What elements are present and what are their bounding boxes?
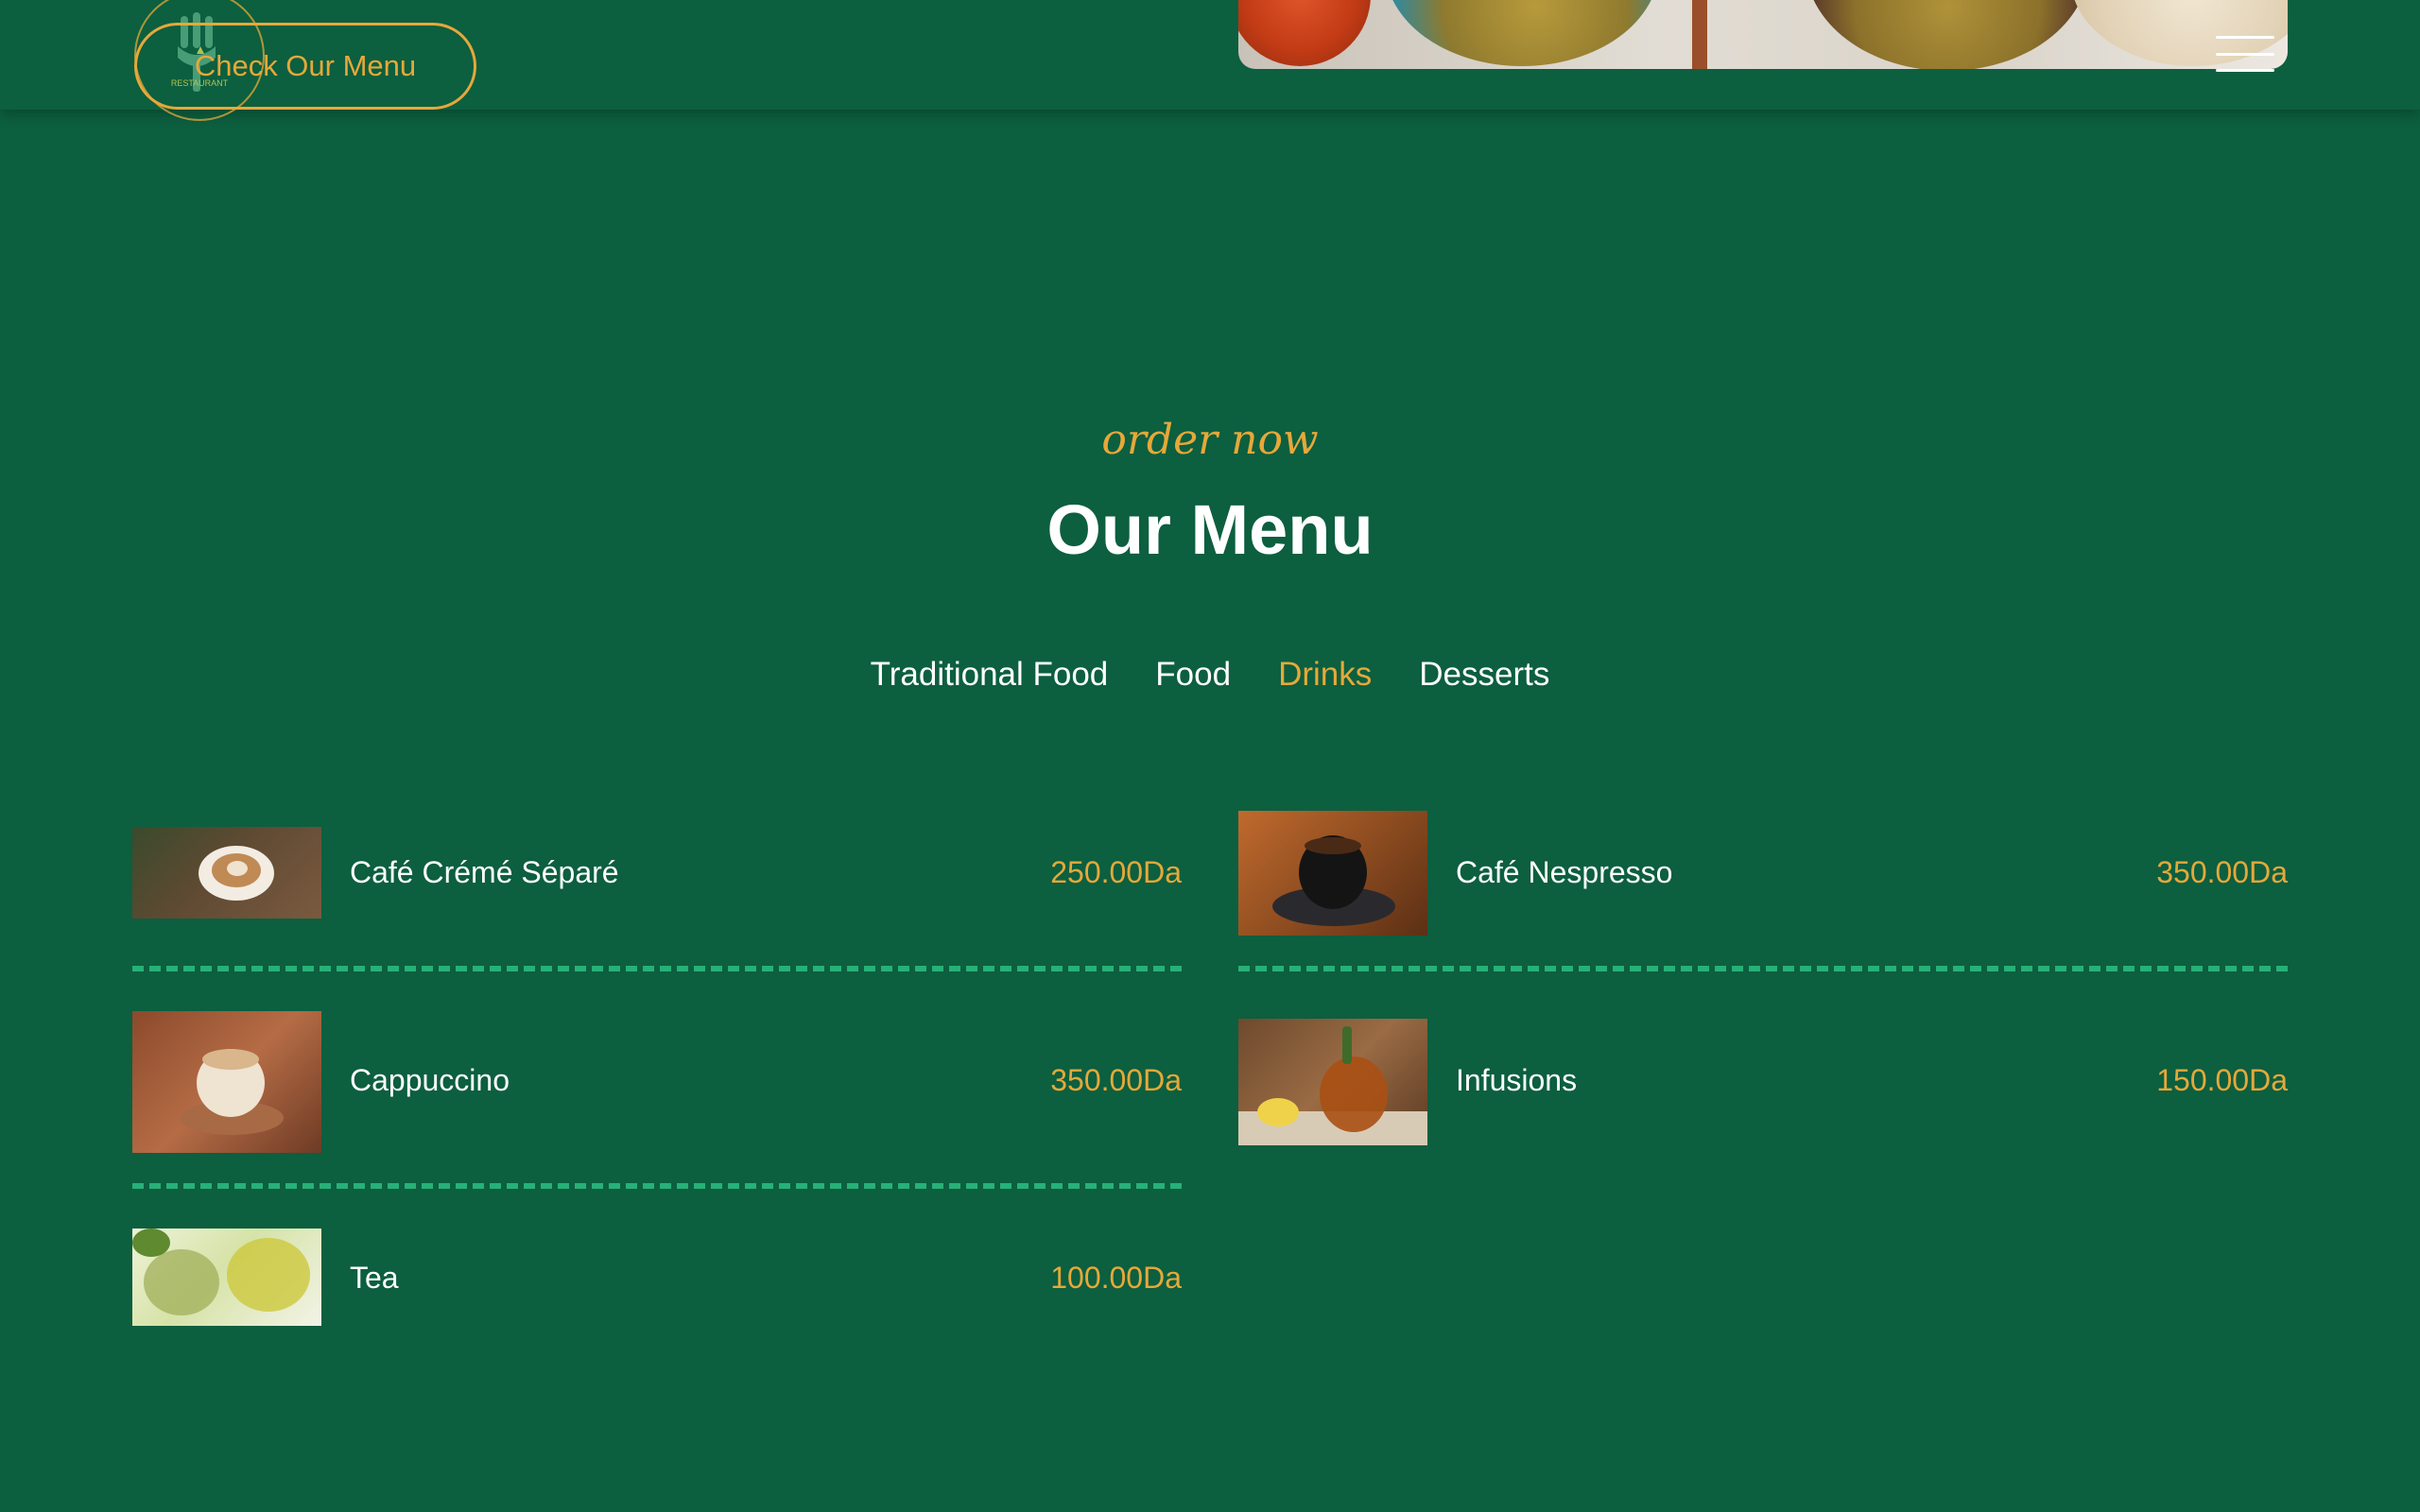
menu-item-infusions[interactable]: Infusions 150.00Da: [1238, 1011, 2288, 1153]
item-separator: [132, 966, 1182, 971]
menu-item-name: Cappuccino: [350, 1063, 510, 1097]
menu-item-name: Infusions: [1456, 1063, 1578, 1097]
menu-item-name: Tea: [350, 1261, 399, 1295]
cafe-creme-photo: [132, 827, 321, 919]
menu-item-price: 100.00Da: [1050, 1261, 1182, 1295]
hamburger-icon[interactable]: [2216, 36, 2274, 72]
check-menu-label: Check Our Menu: [194, 49, 417, 82]
menu-item-tea[interactable]: Tea 100.00Da: [132, 1228, 1182, 1370]
tab-drinks[interactable]: Drinks: [1278, 656, 1372, 694]
tab-food[interactable]: Food: [1155, 656, 1231, 694]
section-title: Our Menu: [1046, 490, 1374, 569]
menu-item-cappuccino[interactable]: Cappuccino 350.00Da: [132, 1011, 1182, 1153]
menu-item-price: 150.00Da: [2156, 1063, 2288, 1097]
espresso-cup-photo: [1238, 811, 1427, 936]
cappuccino-photo: [132, 1011, 321, 1153]
green-tea-photo: [132, 1228, 321, 1326]
menu-item-price: 350.00Da: [2156, 855, 2288, 889]
tab-traditional-food[interactable]: Traditional Food: [871, 656, 1109, 694]
menu-item-price: 250.00Da: [1050, 855, 1182, 889]
menu-item-cafe-nespresso[interactable]: Café Nespresso 350.00Da: [1238, 803, 2288, 945]
menu-item-cafe-creme[interactable]: Café Crémé Séparé 250.00Da: [132, 803, 1182, 945]
check-menu-button[interactable]: Check Our Menu: [134, 23, 476, 110]
section-subtitle: order now: [1101, 416, 1319, 464]
site-header: RESTAURANT Check Our Menu: [0, 0, 2420, 121]
hero-food-image: [1238, 0, 2288, 69]
menu-item-name: Café Nespresso: [1456, 855, 1673, 889]
herbal-tea-photo: [1238, 1019, 1427, 1145]
menu-item-price: 350.00Da: [1050, 1063, 1182, 1097]
tab-desserts[interactable]: Desserts: [1419, 656, 1549, 694]
item-separator: [132, 1183, 1182, 1189]
item-separator: [1238, 966, 2288, 971]
menu-item-name: Café Crémé Séparé: [350, 855, 619, 889]
menu-category-tabs: Traditional Food Food Drinks Desserts: [0, 656, 2420, 694]
